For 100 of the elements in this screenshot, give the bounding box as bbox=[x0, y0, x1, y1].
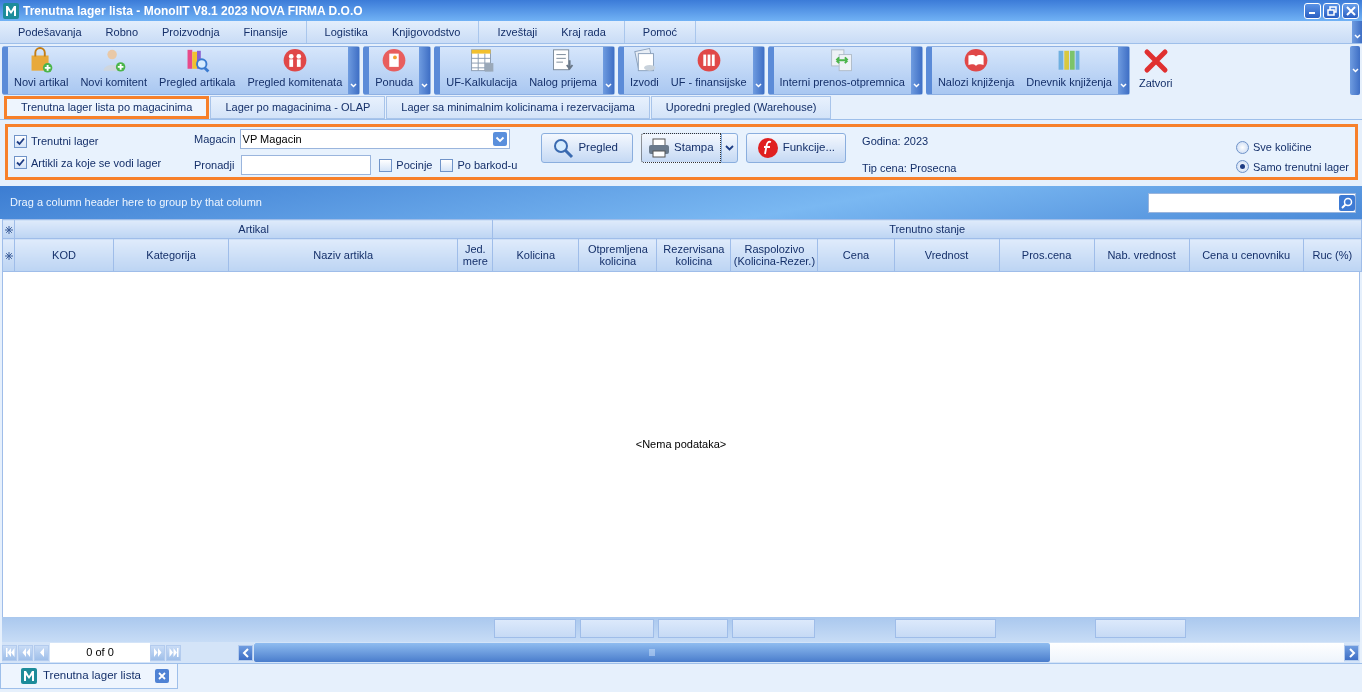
search-field[interactable] bbox=[1148, 192, 1356, 213]
toolbar-button[interactable]: Zatvori bbox=[1132, 46, 1179, 95]
chevron-icon bbox=[350, 83, 358, 88]
group-hint: Drag a column header here to group by that column bbox=[10, 195, 262, 211]
close-icon[interactable] bbox=[155, 669, 169, 683]
column-header[interactable]: Ruc (%) bbox=[1303, 238, 1362, 272]
scrollbar-thumb[interactable] bbox=[254, 643, 1050, 662]
last-page-button[interactable] bbox=[166, 644, 181, 661]
field-label: Magacin bbox=[194, 131, 236, 147]
overflow-button[interactable] bbox=[1350, 46, 1360, 95]
toolbar-button[interactable]: Pregled artikala bbox=[153, 47, 242, 94]
minimize-button[interactable] bbox=[1304, 2, 1321, 19]
overflow-button[interactable] bbox=[1352, 21, 1362, 43]
chevron-icon bbox=[1351, 68, 1359, 73]
column-header[interactable]: Raspolozivo (Kolicina-Rezer.) bbox=[730, 238, 818, 272]
checkbox-label: Pocinje bbox=[396, 157, 433, 173]
column-header[interactable]: Cena u cenovniku bbox=[1189, 238, 1304, 272]
column-header[interactable]: Kategorija bbox=[113, 238, 229, 272]
toolbar-button[interactable]: Dnevnik knjiženja bbox=[1020, 47, 1118, 94]
printer-icon bbox=[648, 137, 670, 159]
column-header[interactable]: KOD bbox=[14, 238, 114, 272]
previous-page-button[interactable] bbox=[18, 644, 33, 661]
column-header[interactable]: Naziv artikla bbox=[228, 238, 458, 272]
magacin-dropdown[interactable]: VP Magacin bbox=[239, 129, 510, 149]
field-label: Pronadji bbox=[194, 157, 235, 173]
chevron-icon bbox=[724, 145, 734, 151]
chevron-icon bbox=[1119, 83, 1127, 88]
first-page-icon bbox=[4, 648, 15, 657]
checkbox[interactable] bbox=[14, 134, 27, 148]
next-page-button[interactable] bbox=[150, 644, 165, 661]
column-header[interactable]: Kolicina bbox=[492, 238, 579, 272]
chevron-icon bbox=[912, 83, 920, 88]
radio-button[interactable] bbox=[1236, 140, 1249, 154]
document-tab-label: Trenutna lager lista bbox=[43, 668, 141, 684]
column-header[interactable]: Nab. vrednost bbox=[1094, 238, 1190, 272]
restore-button[interactable] bbox=[1323, 2, 1340, 19]
tab[interactable]: Lager po magacinima - OLAP bbox=[210, 96, 386, 119]
menu-item[interactable]: Proizvodnja bbox=[150, 21, 232, 43]
asterisk-icon bbox=[4, 252, 13, 261]
column-group-header: Trenutno stanje bbox=[492, 219, 1362, 239]
radio-dot-icon bbox=[1240, 164, 1245, 170]
menu-item[interactable]: Pomoć bbox=[630, 21, 690, 43]
function-icon bbox=[756, 137, 779, 159]
toolbar-button[interactable]: Nalog prijema bbox=[523, 47, 603, 94]
check-icon bbox=[16, 158, 25, 168]
app-logo-icon bbox=[21, 668, 37, 684]
first-page-button[interactable] bbox=[2, 644, 17, 661]
toolbar-button[interactable]: UF-Kalkulacija bbox=[440, 47, 524, 94]
column-header[interactable]: Vrednost bbox=[894, 238, 1000, 272]
app-logo-icon bbox=[3, 2, 19, 19]
toolbar-button[interactable]: Novi komitent bbox=[74, 47, 154, 94]
toolbar-button[interactable]: UF - finansijske bbox=[664, 47, 753, 94]
menu-item[interactable]: Kraj rada bbox=[549, 21, 618, 43]
toolbar-button[interactable]: Nalozi knjiženja bbox=[931, 47, 1021, 94]
toolbar-button[interactable]: Izvodi bbox=[624, 47, 665, 94]
radio-label: Sve količine bbox=[1253, 140, 1312, 155]
menu-item[interactable]: Finansije bbox=[231, 21, 300, 43]
dropdown-icon[interactable] bbox=[492, 132, 507, 146]
info-text: Tip cena: Prosecna bbox=[862, 160, 957, 176]
info-text: Godina: 2023 bbox=[862, 134, 930, 149]
checkbox-label: Artikli za koje se vodi lager bbox=[31, 155, 162, 171]
search-icon bbox=[552, 137, 575, 159]
checkbox[interactable] bbox=[14, 156, 27, 170]
radio-label: Samo trenutni lager bbox=[1253, 159, 1349, 175]
restore-icon bbox=[1326, 5, 1337, 16]
grip-icon bbox=[648, 649, 655, 656]
menu-item[interactable]: Robno bbox=[93, 21, 151, 43]
column-group-header: Artikal bbox=[14, 219, 493, 239]
action-button[interactable]: Pregled bbox=[541, 133, 633, 163]
chevron-icon bbox=[605, 83, 612, 88]
search-icon[interactable] bbox=[1339, 194, 1355, 211]
menu-item[interactable]: Logistika bbox=[312, 21, 380, 43]
previous-button[interactable] bbox=[34, 644, 49, 661]
toolbar-button[interactable]: Pregled komitenata bbox=[241, 47, 349, 94]
scroll-right-button[interactable] bbox=[1344, 644, 1359, 661]
checkbox[interactable] bbox=[379, 158, 393, 172]
tab[interactable]: Lager sa minimalnim kolicinama i rezervacijama bbox=[386, 96, 650, 119]
check-icon bbox=[16, 136, 25, 146]
menu-item[interactable]: Knjigovodstvo bbox=[379, 21, 473, 43]
action-button[interactable]: Stampa bbox=[641, 133, 721, 163]
menu-item[interactable]: Izveštaji bbox=[485, 21, 550, 43]
checkbox-label: Trenutni lager bbox=[31, 134, 99, 149]
column-header[interactable]: Pros.cena bbox=[999, 238, 1095, 272]
checkbox-label: Po barkod-u bbox=[457, 157, 518, 173]
radio-button[interactable] bbox=[1236, 160, 1249, 174]
column-header[interactable]: Otpremljena kolicina bbox=[578, 238, 657, 272]
checkbox[interactable] bbox=[440, 158, 454, 172]
scroll-left-button[interactable] bbox=[238, 644, 253, 661]
search-input[interactable] bbox=[241, 155, 372, 175]
close-button[interactable] bbox=[1342, 2, 1359, 19]
toolbar-button[interactable]: Novi artikal bbox=[8, 47, 75, 94]
column-header[interactable]: Rezervisana kolicina bbox=[656, 238, 731, 272]
column-header[interactable]: Cena bbox=[817, 238, 894, 272]
empty-message: <Nema podataka> bbox=[635, 437, 727, 453]
document-tab[interactable]: Trenutna lager lista bbox=[0, 664, 178, 689]
tab[interactable]: Uporedni pregled (Warehouse) bbox=[650, 96, 832, 119]
action-button[interactable]: Funkcije... bbox=[745, 133, 847, 163]
menu-item[interactable]: Podešavanja bbox=[6, 21, 94, 43]
tab[interactable]: Trenutna lager lista po magacinima bbox=[4, 96, 210, 119]
close-icon bbox=[1345, 5, 1356, 16]
